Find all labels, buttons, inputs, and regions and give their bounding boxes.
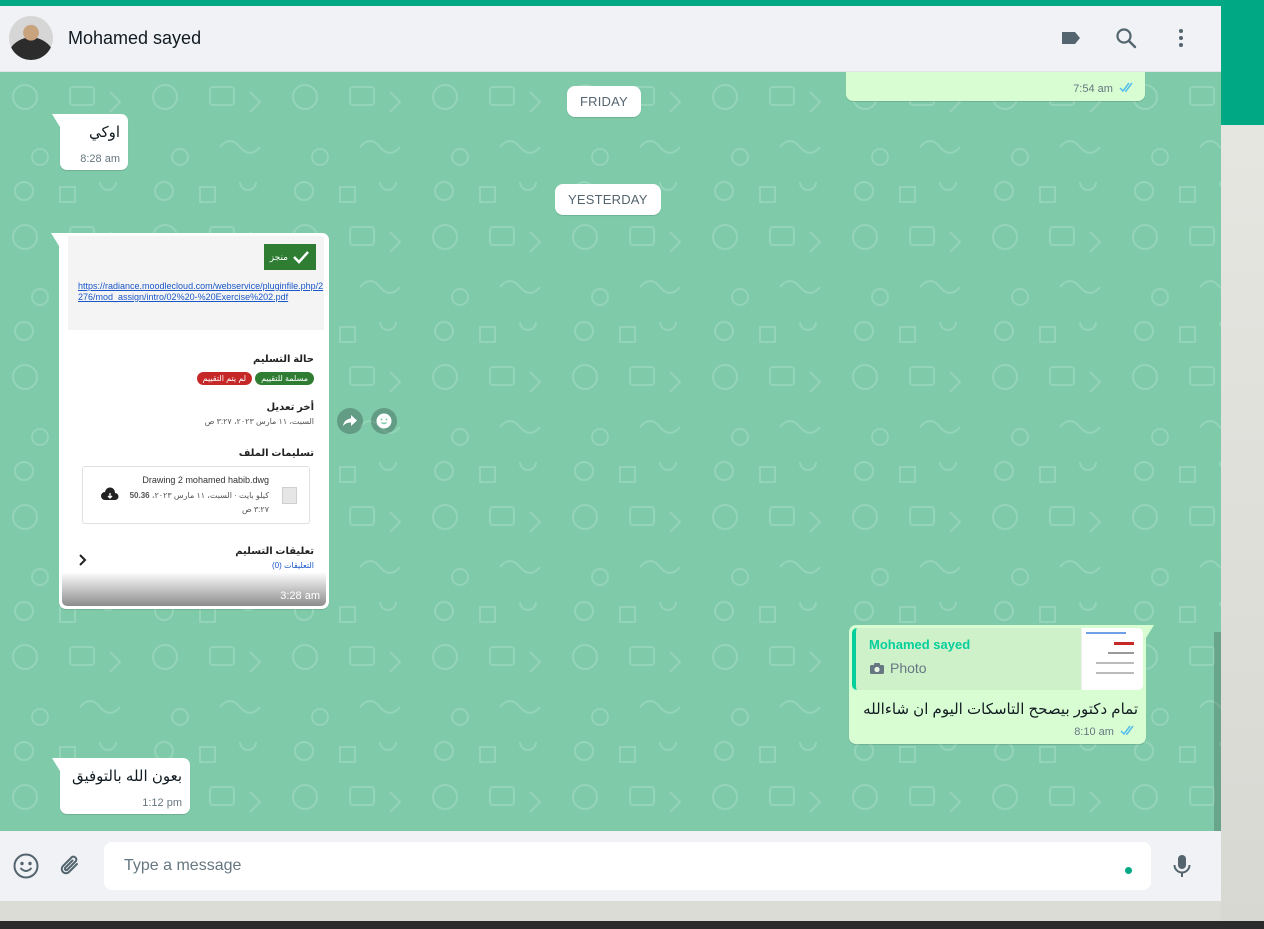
mic-icon[interactable] — [1168, 852, 1196, 880]
read-ticks-icon — [1120, 725, 1136, 739]
window-side-accent — [1221, 0, 1264, 125]
search-icon[interactable] — [1112, 24, 1140, 52]
emoji-icon[interactable] — [12, 852, 40, 880]
chat-window: Mohamed sayed 7:54 am FRIDAY اوكي 8:28 a… — [0, 6, 1221, 901]
forward-icon — [343, 415, 357, 427]
message-text: بعون الله بالتوفيق — [71, 768, 182, 785]
status-dot — [1125, 867, 1132, 874]
quoted-thumbnail — [1081, 628, 1143, 690]
taskbar — [0, 921, 1264, 929]
label-icon[interactable] — [1057, 24, 1085, 52]
quoted-author: Mohamed sayed — [869, 637, 971, 652]
date-divider: FRIDAY — [567, 86, 641, 117]
message-bubble-incoming[interactable]: بعون الله بالتوفيق 1:12 pm — [52, 758, 190, 814]
image-message-bubble[interactable]: منجز https://radiance.moodlecloud.com/we… — [51, 233, 329, 609]
message-image[interactable]: منجز https://radiance.moodlecloud.com/we… — [62, 236, 326, 606]
message-text: اوكي — [88, 124, 120, 141]
file-icon — [282, 487, 297, 504]
message-text: تمام دكتور بيصحح التاسكات اليوم ان شاءال… — [863, 701, 1138, 718]
done-badge: منجز — [264, 244, 316, 270]
read-ticks-icon — [1119, 82, 1135, 96]
message-input[interactable] — [104, 842, 1151, 890]
emoji-icon — [376, 413, 392, 429]
message-time: 7:54 am — [1073, 82, 1113, 95]
chat-header: Mohamed sayed — [0, 6, 1221, 72]
window-side-panel — [1221, 125, 1264, 921]
message-time: 1:12 pm — [142, 797, 182, 809]
file-name: Drawing 2 mohamed habib.dwg — [142, 475, 269, 485]
assignment-link: https://radiance.moodlecloud.com/webserv… — [78, 281, 324, 302]
date-divider: YESTERDAY — [555, 184, 661, 215]
quoted-message[interactable]: Mohamed sayed Photo — [852, 628, 1143, 690]
message-composer — [0, 831, 1221, 901]
menu-icon[interactable] — [1167, 24, 1195, 52]
quoted-type: Photo — [890, 660, 927, 676]
react-button[interactable] — [371, 408, 397, 434]
cloud-download-icon — [101, 487, 119, 500]
file-card: Drawing 2 mohamed habib.dwg كيلو بايت · … — [82, 466, 310, 524]
check-icon — [293, 251, 309, 264]
chat-area[interactable]: 7:54 am FRIDAY اوكي 8:28 am YESTERDAY من… — [0, 72, 1221, 831]
camera-icon — [870, 662, 884, 674]
scrollbar[interactable] — [1214, 632, 1221, 831]
contact-name[interactable]: Mohamed sayed — [68, 28, 201, 49]
forward-button[interactable] — [337, 408, 363, 434]
attach-icon[interactable] — [57, 852, 85, 880]
message-bubble-outgoing[interactable]: 7:54 am — [846, 72, 1145, 101]
message-bubble-outgoing[interactable]: Mohamed sayed Photo تمام دكتور بيصحح الت… — [849, 625, 1154, 744]
message-time: 8:10 am — [1074, 725, 1114, 738]
chevron-right-icon — [79, 554, 87, 566]
message-time: 8:28 am — [80, 153, 120, 165]
avatar[interactable] — [9, 16, 53, 60]
message-time: 3:28 am — [280, 590, 320, 602]
message-bubble-incoming[interactable]: اوكي 8:28 am — [52, 114, 128, 170]
